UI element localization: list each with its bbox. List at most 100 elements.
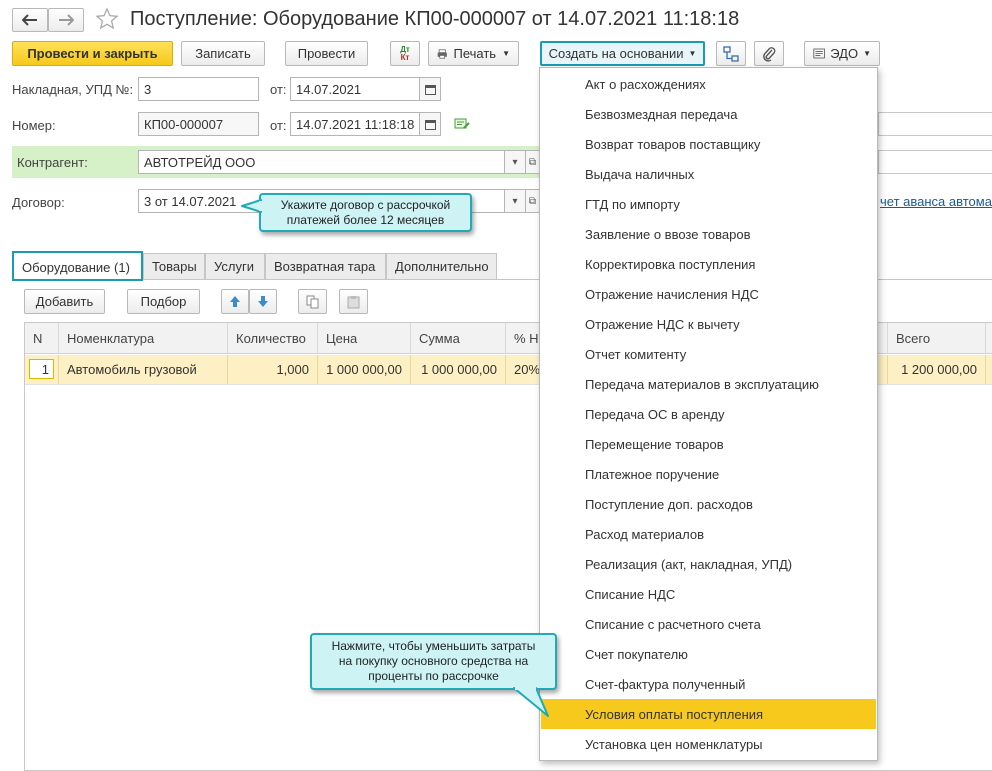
add-button[interactable]: Добавить bbox=[24, 289, 105, 314]
menu-item[interactable]: Счет-фактура полученный bbox=[541, 669, 876, 699]
cell-item[interactable]: Автомобиль грузовой bbox=[59, 355, 228, 384]
menu-item[interactable]: Выдача наличных bbox=[541, 159, 876, 189]
menu-item[interactable]: Списание с расчетного счета bbox=[541, 609, 876, 639]
arrow-left-icon bbox=[22, 14, 37, 26]
contract-dropdown-button[interactable]: ▾ bbox=[505, 189, 526, 213]
menu-item[interactable]: Отражение НДС к вычету bbox=[541, 309, 876, 339]
col-header-item[interactable]: Номенклатура bbox=[59, 323, 228, 354]
structure-button[interactable] bbox=[716, 41, 746, 66]
from-label: от: bbox=[270, 118, 287, 133]
number-date-field[interactable]: 14.07.2021 11:18:18 bbox=[290, 112, 420, 136]
forward-button[interactable] bbox=[48, 8, 84, 32]
contract-label: Договор: bbox=[12, 195, 65, 210]
menu-item[interactable]: Передача ОС в аренду bbox=[541, 399, 876, 429]
menu-hint-pointer bbox=[512, 686, 552, 723]
menu-hint-line2: на покупку основного средства на bbox=[338, 654, 529, 668]
menu-item[interactable]: Заявление о ввозе товаров bbox=[541, 219, 876, 249]
cell-n[interactable]: 1 bbox=[25, 355, 59, 384]
paste-rows-button[interactable] bbox=[339, 289, 368, 314]
back-button[interactable] bbox=[12, 8, 48, 32]
printer-icon bbox=[437, 48, 447, 59]
save-button[interactable]: Записать bbox=[181, 41, 265, 66]
structure-icon bbox=[723, 45, 739, 62]
edo-icon bbox=[813, 48, 825, 59]
number-field[interactable]: КП00-000007 bbox=[138, 112, 259, 136]
edo-button[interactable]: ЭДО ▼ bbox=[804, 41, 880, 66]
attach-button[interactable] bbox=[754, 41, 784, 66]
col-header-n[interactable]: N bbox=[25, 323, 59, 354]
post-button[interactable]: Провести bbox=[285, 41, 368, 66]
copy-rows-button[interactable] bbox=[298, 289, 327, 314]
menu-item[interactable]: Акт о расхождениях bbox=[541, 69, 876, 99]
pick-button[interactable]: Подбор bbox=[127, 289, 200, 314]
col-header-total[interactable]: Всего bbox=[887, 323, 986, 354]
col-header-sum[interactable]: Сумма bbox=[411, 323, 506, 354]
dt-kt-bottom: Кт bbox=[400, 52, 410, 62]
cell-total[interactable]: 1 200 000,00 bbox=[887, 355, 986, 384]
invoice-date-calendar-button[interactable] bbox=[420, 77, 441, 101]
arrow-up-icon bbox=[230, 296, 240, 307]
menu-item[interactable]: Расход материалов bbox=[541, 519, 876, 549]
arrow-down-icon bbox=[258, 296, 268, 307]
contractor-field[interactable]: АВТОТРЕЙД ООО bbox=[138, 150, 505, 174]
number-label: Номер: bbox=[12, 118, 56, 133]
menu-item[interactable]: Платежное поручение bbox=[541, 459, 876, 489]
contract-hint-line1: Укажите договор с рассрочкой bbox=[280, 198, 451, 212]
menu-item[interactable]: Перемещение товаров bbox=[541, 429, 876, 459]
menu-item[interactable]: Реализация (акт, накладная, УПД) bbox=[541, 549, 876, 579]
contractor-open-button[interactable]: ⧉ bbox=[526, 150, 540, 174]
contract-hint-line2: платежей более 12 месяцев bbox=[286, 213, 445, 227]
dt-kt-icon: Дт Кт bbox=[400, 45, 410, 62]
edit-number-icon[interactable] bbox=[454, 117, 470, 134]
dt-kt-button[interactable]: Дт Кт bbox=[390, 41, 420, 66]
menu-item[interactable]: Возврат товаров поставщику bbox=[541, 129, 876, 159]
menu-item[interactable]: Поступление доп. расходов bbox=[541, 489, 876, 519]
number-row-ext bbox=[878, 112, 992, 136]
copy-icon bbox=[306, 295, 319, 308]
contract-hint-callout: Укажите договор с рассрочкой платежей бо… bbox=[259, 193, 472, 232]
tab-equipment[interactable]: Оборудование (1) bbox=[12, 251, 143, 281]
menu-item[interactable]: Установка цен номенклатуры bbox=[541, 729, 876, 759]
contract-hint-pointer bbox=[241, 199, 264, 216]
create-based-on-menu: Акт о расхождениях Безвозмездная передач… bbox=[539, 67, 878, 761]
menu-item[interactable]: Передача материалов в эксплуатацию bbox=[541, 369, 876, 399]
edo-label: ЭДО bbox=[830, 46, 859, 61]
print-label: Печать bbox=[453, 46, 497, 61]
dropdown-arrow-icon: ▼ bbox=[863, 49, 871, 58]
create-based-on-button[interactable]: Создать на основании ▼ bbox=[540, 41, 705, 66]
contractor-label: Контрагент: bbox=[17, 155, 88, 170]
advance-offset-link[interactable]: чет аванса автома bbox=[880, 194, 992, 209]
menu-item[interactable]: ГТД по импорту bbox=[541, 189, 876, 219]
invoice-number-field[interactable]: 3 bbox=[138, 77, 259, 101]
create-based-on-label: Создать на основании bbox=[548, 46, 684, 61]
invoice-date-field[interactable]: 14.07.2021 bbox=[290, 77, 420, 101]
contract-open-button[interactable]: ⧉ bbox=[526, 189, 540, 213]
favorite-star-icon[interactable] bbox=[95, 7, 119, 34]
paste-icon bbox=[347, 295, 360, 308]
move-down-button[interactable] bbox=[249, 289, 277, 314]
cell-qty[interactable]: 1,000 bbox=[228, 355, 318, 384]
menu-hint-line3: проценты по рассрочке bbox=[368, 669, 499, 683]
contractor-dropdown-button[interactable]: ▾ bbox=[505, 150, 526, 174]
menu-item[interactable]: Счет покупателю bbox=[541, 639, 876, 669]
number-date-calendar-button[interactable] bbox=[420, 112, 441, 136]
tab-services[interactable]: Услуги bbox=[205, 253, 265, 279]
invoice-number-label: Накладная, УПД №: bbox=[12, 82, 134, 97]
menu-item[interactable]: Отражение начисления НДС bbox=[541, 279, 876, 309]
tab-goods[interactable]: Товары bbox=[143, 253, 205, 279]
menu-item[interactable]: Безвозмездная передача bbox=[541, 99, 876, 129]
menu-item[interactable]: Списание НДС bbox=[541, 579, 876, 609]
col-header-price[interactable]: Цена bbox=[318, 323, 411, 354]
cell-sum[interactable]: 1 000 000,00 bbox=[411, 355, 506, 384]
print-button[interactable]: Печать ▼ bbox=[428, 41, 519, 66]
menu-item[interactable]: Отчет комитенту bbox=[541, 339, 876, 369]
col-header-qty[interactable]: Количество bbox=[228, 323, 318, 354]
post-and-close-button[interactable]: Провести и закрыть bbox=[12, 41, 173, 66]
menu-item-payment-terms[interactable]: Условия оплаты поступления bbox=[541, 699, 876, 729]
page-title: Поступление: Оборудование КП00-000007 от… bbox=[130, 8, 740, 30]
cell-price[interactable]: 1 000 000,00 bbox=[318, 355, 411, 384]
menu-item[interactable]: Корректировка поступления bbox=[541, 249, 876, 279]
move-up-button[interactable] bbox=[221, 289, 249, 314]
tab-returnable-packaging[interactable]: Возвратная тара bbox=[265, 253, 386, 279]
tab-additional[interactable]: Дополнительно bbox=[386, 253, 497, 279]
